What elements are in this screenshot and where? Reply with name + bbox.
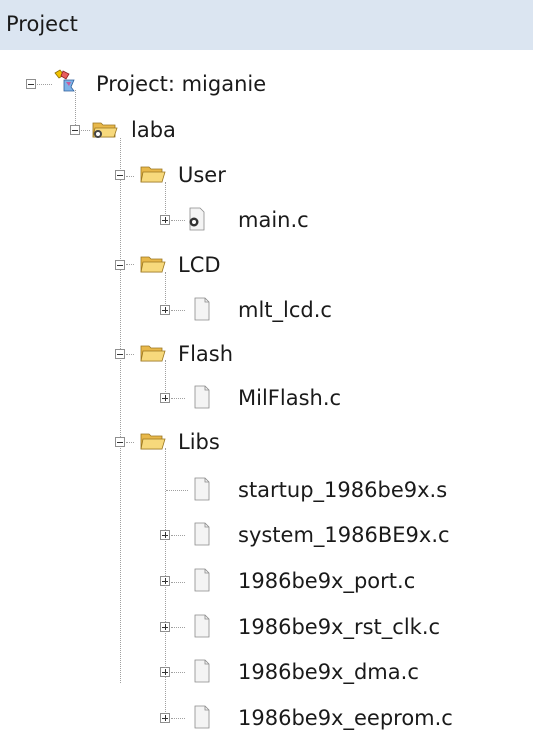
tree-item-label: 1986be9x_dma.c [238,660,419,684]
expand-toggle[interactable] [160,215,170,225]
tree-item-file[interactable]: 1986be9x_eeprom.c [0,695,533,741]
collapse-toggle[interactable] [26,79,36,89]
tree-item-label: system_1986BE9x.c [238,523,450,547]
tree-item-group-lcd[interactable]: LCD [0,242,533,288]
file-icon [194,614,210,638]
tree-item-label: 1986be9x_eeprom.c [238,706,453,730]
tree-item-label: Project: miganie [96,72,267,96]
tree-item-file[interactable]: MilFlash.c [0,375,533,421]
tree-item-file[interactable]: 1986be9x_dma.c [0,649,533,695]
tree-item-file[interactable]: 1986be9x_port.c [0,558,533,604]
tree-item-target[interactable]: laba [0,107,533,153]
file-icon [194,705,210,729]
expand-toggle[interactable] [160,305,170,315]
tree-item-label: main.c [238,208,309,232]
expand-toggle[interactable] [160,393,170,403]
file-icon [194,659,210,683]
tree-item-group-libs[interactable]: Libs [0,419,533,465]
collapse-toggle[interactable] [115,260,125,270]
tree-item-label: MilFlash.c [238,386,342,410]
project-panel-header: Project [0,0,533,50]
tree-item-file[interactable]: startup_1986be9x.s [0,467,533,513]
tree-item-file[interactable]: mlt_lcd.c [0,287,533,333]
collapse-toggle[interactable] [115,349,125,359]
folder-icon [140,433,166,450]
tree-item-label: mlt_lcd.c [238,298,332,322]
tree-item-label: 1986be9x_rst_clk.c [238,615,441,639]
file-icon [194,297,210,321]
c-file-icon [189,207,205,231]
target-folder-icon [92,122,118,138]
project-tree[interactable]: Project: miganie laba User main.c LCD ml… [0,50,533,730]
collapse-toggle[interactable] [115,170,125,180]
tree-item-label: Libs [178,430,220,454]
tree-item-project[interactable]: Project: miganie [0,61,533,107]
folder-icon [140,345,166,362]
folder-icon [140,166,166,183]
tree-item-group-user[interactable]: User [0,152,533,198]
tree-item-label: laba [131,118,176,142]
expand-toggle[interactable] [160,667,170,677]
tree-item-label: User [178,163,226,187]
tree-item-group-flash[interactable]: Flash [0,331,533,377]
collapse-toggle[interactable] [115,437,125,447]
tree-item-file[interactable]: main.c [0,197,533,243]
project-icon [54,69,75,92]
file-icon [194,568,210,592]
expand-toggle[interactable] [160,576,170,586]
tree-item-label: startup_1986be9x.s [238,478,448,502]
collapse-toggle[interactable] [70,125,80,135]
tree-item-label: LCD [178,253,221,277]
expand-toggle[interactable] [160,713,170,723]
file-icon [194,477,210,501]
expand-toggle[interactable] [160,622,170,632]
file-icon [194,522,210,546]
tree-item-label: Flash [178,342,234,366]
file-icon [194,385,210,409]
folder-icon [140,256,166,273]
tree-item-file[interactable]: 1986be9x_rst_clk.c [0,604,533,650]
expand-toggle[interactable] [160,530,170,540]
tree-item-file[interactable]: system_1986BE9x.c [0,512,533,558]
tree-item-label: 1986be9x_port.c [238,569,416,593]
panel-title: Project [6,12,78,36]
